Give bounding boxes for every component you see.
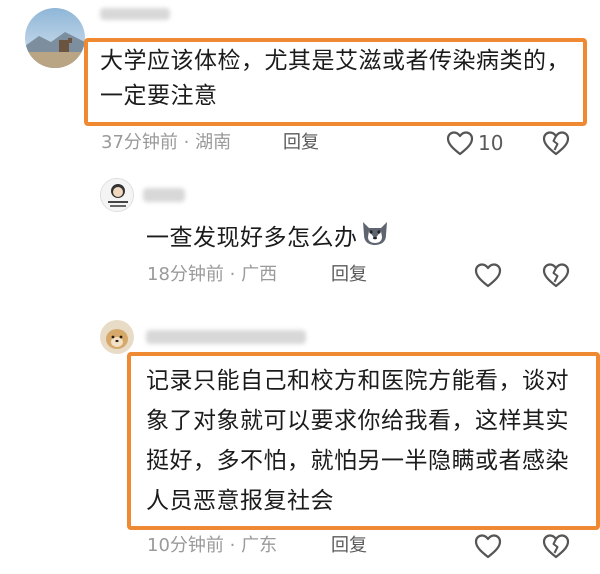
comment-meta: 10分钟前 · 广东: [147, 533, 277, 559]
dislike-button[interactable]: [541, 532, 571, 562]
dislike-button[interactable]: [541, 129, 571, 159]
heart-outline-icon: [474, 534, 502, 559]
reply-button[interactable]: 回复: [283, 130, 319, 156]
reply-button[interactable]: 回复: [331, 262, 367, 288]
meta-separator: ·: [223, 535, 242, 556]
avatar[interactable]: [25, 8, 85, 68]
username-redacted[interactable]: [143, 188, 203, 204]
broken-heart-icon: [542, 534, 570, 559]
comment-meta: 18分钟前 · 广西: [147, 262, 277, 288]
comment-location: 广西: [241, 264, 278, 285]
reply-button[interactable]: 回复: [331, 533, 367, 559]
comment-meta: 37分钟前 · 湖南: [101, 130, 231, 156]
like-button[interactable]: [474, 531, 502, 561]
like-button[interactable]: 10: [446, 128, 503, 158]
like-button[interactable]: [474, 260, 502, 290]
husky-emoji: [360, 219, 390, 258]
broken-heart-icon: [542, 263, 570, 288]
heart-outline-icon: [474, 263, 502, 288]
comment-text-content: 一查发现好多怎么办: [146, 225, 358, 251]
comment-location: 湖南: [195, 132, 232, 153]
heart-outline-icon: [446, 131, 474, 156]
meta-separator: ·: [223, 264, 242, 285]
comment-text: 大学应该体检，尤其是艾滋或者传染病类的，一定要注意: [100, 48, 570, 109]
comment-location: 广东: [241, 535, 278, 556]
broken-heart-icon: [542, 131, 570, 156]
comment-text: 一查发现好多怎么办: [146, 219, 390, 258]
comment-text: 记录只能自己和校方和医院方能看，谈对象了对象就可以要求你给我看，这样其实挺好，多…: [146, 368, 569, 514]
avatar[interactable]: [100, 320, 134, 354]
comment-time: 37分钟前: [101, 132, 178, 153]
dislike-button[interactable]: [541, 261, 571, 291]
username-redacted[interactable]: [100, 8, 180, 24]
avatar[interactable]: [100, 178, 134, 212]
like-count: 10: [478, 131, 504, 155]
meta-separator: ·: [177, 132, 196, 153]
comment-time: 18分钟前: [147, 264, 224, 285]
comment-time: 10分钟前: [147, 535, 224, 556]
husky-emoji-icon: [362, 222, 387, 245]
username-redacted[interactable]: [146, 330, 316, 346]
